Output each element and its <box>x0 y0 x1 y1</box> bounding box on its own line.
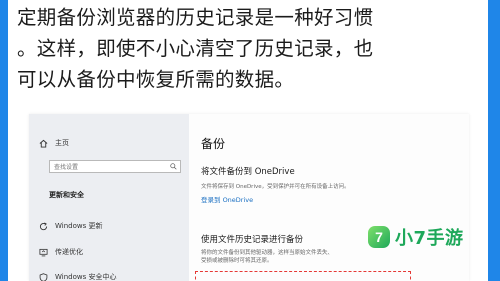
logo-badge: 7 <box>368 226 390 248</box>
onedrive-description: 文件将保存到 OneDrive，受到保护并可在所有设备上访问。 <box>201 184 350 190</box>
article-line: 。这样，即使不小心清空了历史记录，也 <box>17 37 374 60</box>
settings-content: 备份 将文件备份到 OneDrive 文件将保存到 OneDrive，受到保护并… <box>189 114 469 281</box>
right-border <box>488 0 500 281</box>
highlight-box <box>195 271 411 281</box>
search-input[interactable]: 查找设置 <box>49 160 181 173</box>
sidebar-item-label: Windows 更新 <box>55 222 103 230</box>
article-line: 可以从备份中恢复所需的数据。 <box>17 68 295 91</box>
sidebar-item-home[interactable]: 主页 <box>39 138 69 148</box>
search-placeholder: 查找设置 <box>54 164 79 171</box>
section-heading: 更新和安全 <box>49 191 84 199</box>
settings-screenshot: 主页 查找设置 更新和安全 Windows 更新 传递优化 Windows 安全… <box>29 114 469 281</box>
watermark-logo: 7 小7手游 <box>368 224 464 250</box>
settings-sidebar: 主页 查找设置 更新和安全 Windows 更新 传递优化 Windows 安全… <box>29 114 189 281</box>
logo-text: 小7手游 <box>395 228 464 249</box>
delivery-optimization-icon <box>39 248 48 256</box>
file-history-heading: 使用文件历史记录进行备份 <box>201 235 304 245</box>
sidebar-item-delivery-optimization[interactable]: 传递优化 <box>39 247 83 257</box>
shield-icon <box>39 272 48 281</box>
sidebar-item-windows-security[interactable]: Windows 安全中心 <box>39 272 116 281</box>
sidebar-item-label: 主页 <box>55 139 69 147</box>
refresh-icon <box>39 222 48 230</box>
onedrive-signin-link[interactable]: 登录到 OneDrive <box>201 194 253 204</box>
page-title: 备份 <box>201 137 226 151</box>
file-history-description: 将你的文件备份到其他驱动器，这样当原始文件丢失、 <box>201 250 334 256</box>
sidebar-item-label: Windows 安全中心 <box>55 273 117 281</box>
sidebar-item-windows-update[interactable]: Windows 更新 <box>39 221 102 231</box>
left-border <box>0 0 8 281</box>
search-icon <box>170 163 177 170</box>
article-text: 定期备份浏览器的历史记录是一种好习惯 。这样，即使不小心清空了历史记录，也 可以… <box>17 2 477 95</box>
article-line: 定期备份浏览器的历史记录是一种好习惯 <box>17 6 374 29</box>
home-icon <box>39 139 48 148</box>
file-history-description: 受损或被删除时可将其还原。 <box>201 257 273 264</box>
onedrive-heading: 将文件备份到 OneDrive <box>201 167 295 177</box>
sidebar-item-label: 传递优化 <box>55 248 83 256</box>
